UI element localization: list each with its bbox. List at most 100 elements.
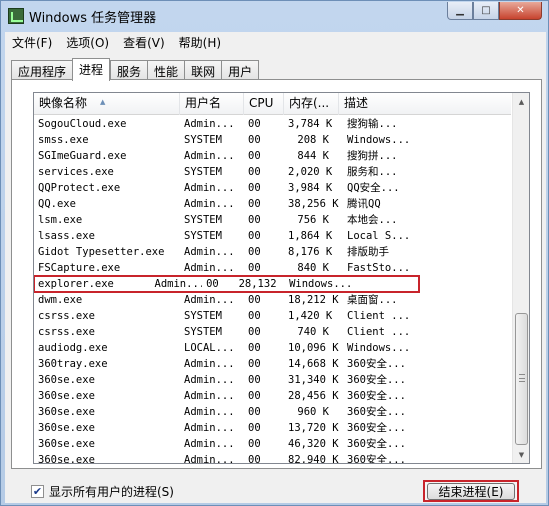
table-row[interactable]: 360se.exe Admin... 00 46,320 K 360安全... [34,436,511,452]
process-memory: 740 K [297,326,329,338]
column-user-name[interactable]: 用户名 [180,93,244,115]
process-cpu: 00 [248,374,261,386]
table-row[interactable]: 360se.exe Admin... 00 28,456 K 360安全... [34,388,511,404]
table-row[interactable]: lsm.exe SYSTEM 00 756 K 本地会... [34,212,511,228]
process-memory: 14,668 K [288,358,339,370]
scroll-down-icon[interactable]: ▼ [513,446,529,463]
column-memory[interactable]: 内存(... [284,93,339,115]
show-all-users-option[interactable]: ✔ 显示所有用户的进程(S) [31,483,174,500]
process-user-name: SYSTEM [184,230,222,242]
process-user-name: SYSTEM [184,326,222,338]
table-row[interactable]: 360se.exe Admin... 00 960 K 360安全... [34,404,511,420]
process-memory: 10,096 K [288,342,339,354]
table-row[interactable]: 360se.exe Admin... 00 31,340 K 360安全... [34,372,511,388]
show-all-users-checkbox[interactable]: ✔ [31,485,44,498]
table-row[interactable]: audiodg.exe LOCAL... 00 10,096 K Windows... [34,340,511,356]
menu-file[interactable]: 文件(F) [5,34,59,51]
title-bar[interactable]: Windows 任务管理器 ▁ □ ✕ [1,1,548,31]
table-row[interactable]: 360tray.exe Admin... 00 14,668 K 360安全... [34,356,511,372]
process-user-name: Admin... [184,246,235,258]
column-description-label: 描述 [344,96,369,110]
column-cpu[interactable]: CPU [244,93,284,115]
table-row[interactable]: dwm.exe Admin... 00 18,212 K 桌面窗... [34,292,511,308]
process-cpu: 00 [248,262,261,274]
scroll-up-icon[interactable]: ▲ [513,93,529,110]
process-description: Windows... [289,278,353,290]
table-row[interactable]: smss.exe SYSTEM 00 208 K Windows... [34,132,511,148]
table-row[interactable]: explorer.exe Admin...00 28,132 K Windows... [34,275,420,293]
end-process-button[interactable]: 结束进程(E) [427,482,515,500]
table-row[interactable]: 360se.exe Admin... 00 13,720 K 360安全... [34,420,511,436]
process-description: FastSto... [347,262,411,274]
table-row[interactable]: csrss.exe SYSTEM 00 740 K Client ... [34,324,511,340]
table-row[interactable]: lsass.exe SYSTEM 00 1,864 K Local S... [34,228,511,244]
tab-performance[interactable]: 性能 [147,60,185,80]
table-row[interactable]: 360se.exe Admin... 00 82,940 K 360安全... [34,452,511,464]
table-row[interactable]: csrss.exe SYSTEM 00 1,420 K Client ... [34,308,511,324]
table-row[interactable]: FSCapture.exe Admin... 00 840 K FastSto... [34,260,511,276]
process-description: QQ安全... [347,182,400,194]
table-row[interactable]: SogouCloud.exe Admin... 00 3,784 K 搜狗输... [34,116,511,132]
process-description: 360安全... [347,390,406,402]
process-image-name: csrss.exe [38,310,95,322]
process-cpu: 00 [248,390,261,402]
bottom-bar: ✔ 显示所有用户的进程(S) 结束进程(E) [5,475,546,503]
task-manager-window: Windows 任务管理器 ▁ □ ✕ 文件(F) 选项(O) 查看(V) 帮助… [0,0,549,506]
tab-applications[interactable]: 应用程序 [11,60,73,80]
maximize-button[interactable]: □ [473,2,499,20]
process-description: 服务和... [347,166,398,178]
process-description: Client ... [347,326,411,338]
process-user-name: Admin... [154,278,203,290]
process-cpu: 00 [248,294,261,306]
column-description[interactable]: 描述 [339,93,511,115]
process-description: Windows... [347,134,411,146]
process-image-name: 360se.exe [38,406,95,418]
process-memory: 3,784 K [288,118,333,130]
maximize-icon: □ [481,5,491,16]
process-image-name: dwm.exe [38,294,83,306]
menu-options[interactable]: 选项(O) [59,34,116,51]
table-row[interactable]: QQProtect.exe Admin... 00 3,984 K QQ安全... [34,180,511,196]
table-row[interactable]: SGImeGuard.exe Admin... 00 844 K 搜狗拼... [34,148,511,164]
table-row[interactable]: QQ.exe Admin... 00 38,256 K 腾讯QQ [34,196,511,212]
tab-users[interactable]: 用户 [221,60,260,80]
window-title: Windows 任务管理器 [29,11,157,26]
process-memory: 13,720 K [288,422,339,434]
scroll-thumb[interactable] [515,313,528,445]
process-image-name: smss.exe [38,134,89,146]
process-description: 360安全... [347,454,406,464]
process-memory: 1,864 K [288,230,333,242]
process-image-name: SGImeGuard.exe [38,150,127,162]
process-image-name: lsass.exe [38,230,95,242]
table-row[interactable]: services.exe SYSTEM 00 2,020 K 服务和... [34,164,511,180]
table-row[interactable]: Gidot Typesetter.exe Admin... 00 8,176 K 排版助… [34,244,511,260]
process-image-name: 360se.exe [38,438,95,450]
tab-networking[interactable]: 联网 [184,60,222,80]
process-cpu: 00 [248,118,261,130]
process-description: 360安全... [347,358,406,370]
process-user-name: SYSTEM [184,214,222,226]
process-memory: 960 K [297,406,329,418]
column-image-name-label: 映像名称 [39,96,88,110]
process-list[interactable]: ▲ 映像名称 用户名 CPU 内存(... 描述 SogouCloud.exe A… [33,92,530,464]
checkmark-icon: ✔ [32,485,43,498]
process-memory: 208 K [297,134,329,146]
process-image-name: 360se.exe [38,374,95,386]
process-image-name: explorer.exe [38,278,114,290]
vertical-scrollbar[interactable]: ▲ ▼ [512,93,529,463]
column-memory-label: 内存(... [289,96,330,110]
process-description: 本地会... [347,214,398,226]
tab-services[interactable]: 服务 [110,60,148,80]
menu-view[interactable]: 查看(V) [116,34,172,51]
tab-processes[interactable]: 进程 [72,58,111,81]
menu-bar: 文件(F) 选项(O) 查看(V) 帮助(H) [5,32,546,52]
close-icon: ✕ [516,5,525,16]
process-image-name: 360tray.exe [38,358,108,370]
menu-help[interactable]: 帮助(H) [172,34,228,51]
minimize-icon: ▁ [456,5,464,16]
process-user-name: SYSTEM [184,166,222,178]
process-user-name: LOCAL... [184,342,235,354]
minimize-button[interactable]: ▁ [447,2,473,20]
close-button[interactable]: ✕ [499,2,542,20]
column-image-name[interactable]: ▲ 映像名称 [34,93,180,115]
